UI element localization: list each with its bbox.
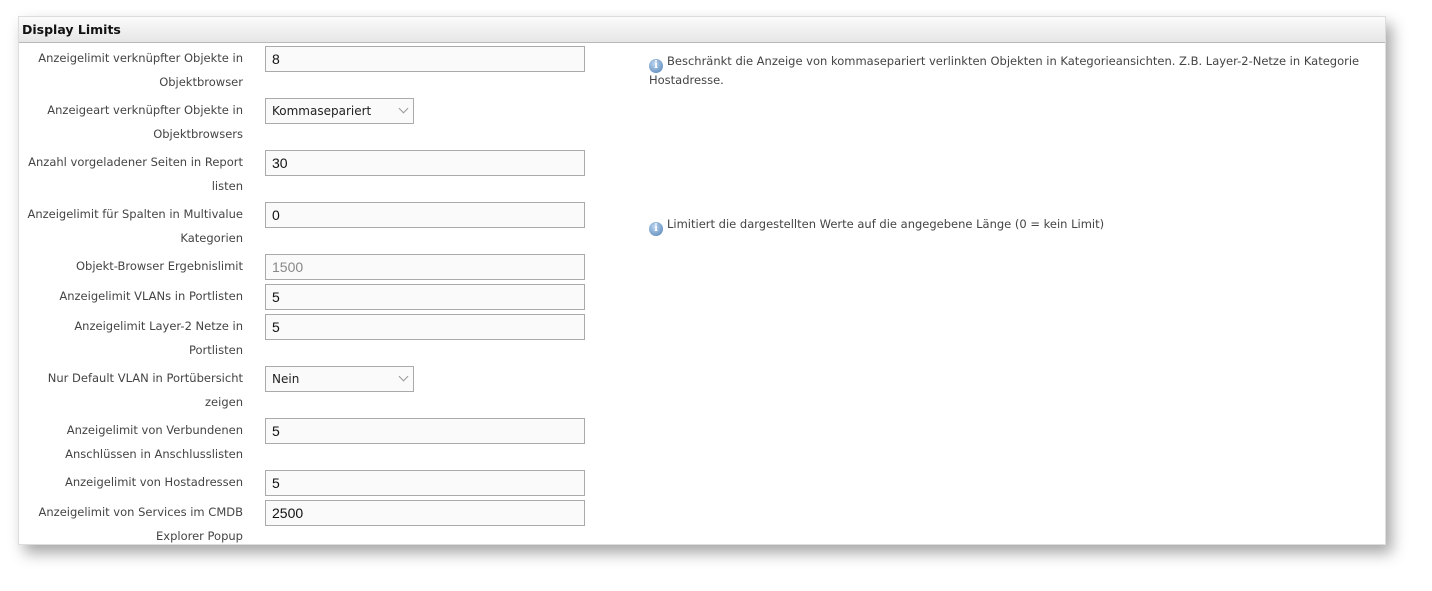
setting-label: Anzeigelimit Layer-2 Netze in Portlisten	[74, 319, 243, 357]
info-icon: i	[649, 58, 663, 73]
info-icon: i	[649, 221, 663, 236]
setting-label: Nur Default VLAN in Portübersicht zeigen	[47, 371, 243, 409]
setting-input[interactable]	[265, 284, 585, 310]
settings-table: Anzeigelimit verknüpfter Objekte in Obje…	[19, 44, 1385, 544]
setting-input[interactable]	[265, 202, 585, 228]
setting-row: Anzeigelimit verknüpfter Objekte in Obje…	[19, 44, 1385, 96]
setting-row: Anzahl vorgeladener Seiten in Report lis…	[19, 148, 1385, 200]
info-text: Limitiert die dargestellten Werte auf di…	[667, 216, 1105, 231]
section-header: Display Limits	[19, 17, 1385, 43]
setting-input[interactable]	[265, 470, 585, 496]
setting-row: Objekt-Browser Ergebnislimit	[19, 252, 1385, 282]
chevron-down-icon	[398, 371, 409, 382]
setting-row: Anzeigelimit von Hostadressen	[19, 468, 1385, 498]
chevron-down-icon	[398, 103, 409, 114]
setting-row: Anzeigelimit VLANs in Portlisten	[19, 282, 1385, 312]
setting-input	[265, 254, 585, 280]
setting-label: Anzeigelimit für Spalten in Multivalue K…	[27, 207, 243, 245]
setting-label: Anzahl vorgeladener Seiten in Report lis…	[28, 155, 243, 193]
setting-label: Anzeigelimit von Verbundenen Anschlüssen…	[65, 423, 243, 461]
setting-row: Anzeigeart verknüpfter Objekte in Objekt…	[19, 96, 1385, 148]
setting-row: Nur Default VLAN in Portübersicht zeigen…	[19, 364, 1385, 416]
setting-row: Anzeigelimit für Spalten in Multivalue K…	[19, 200, 1385, 252]
setting-input[interactable]	[265, 500, 585, 526]
setting-input[interactable]	[265, 46, 585, 72]
setting-label: Anzeigelimit verknüpfter Objekte in Obje…	[38, 51, 243, 89]
setting-label: Anzeigelimit von Services im CMDB Explor…	[38, 505, 243, 543]
setting-label: Objekt-Browser Ergebnislimit	[75, 259, 243, 273]
setting-label: Anzeigelimit von Hostadressen	[64, 475, 243, 489]
info-text: Beschränkt die Anzeige von kommaseparier…	[649, 53, 1360, 87]
setting-input[interactable]	[265, 418, 585, 444]
setting-label: Anzeigeart verknüpfter Objekte in Objekt…	[47, 103, 243, 141]
setting-input[interactable]	[265, 314, 585, 340]
setting-input[interactable]	[265, 150, 585, 176]
setting-row: Anzeigelimit von Verbundenen Anschlüssen…	[19, 416, 1385, 468]
setting-select[interactable]: Nein	[265, 366, 414, 392]
setting-row: Anzeigelimit von Services im CMDB Explor…	[19, 498, 1385, 544]
display-limits-panel: Display Limits Anzeigelimit verknüpfter …	[18, 16, 1386, 545]
setting-row: Anzeigelimit Layer-2 Netze in Portlisten	[19, 312, 1385, 364]
setting-select[interactable]: Kommasepariert	[265, 98, 414, 124]
setting-label: Anzeigelimit VLANs in Portlisten	[59, 289, 243, 303]
